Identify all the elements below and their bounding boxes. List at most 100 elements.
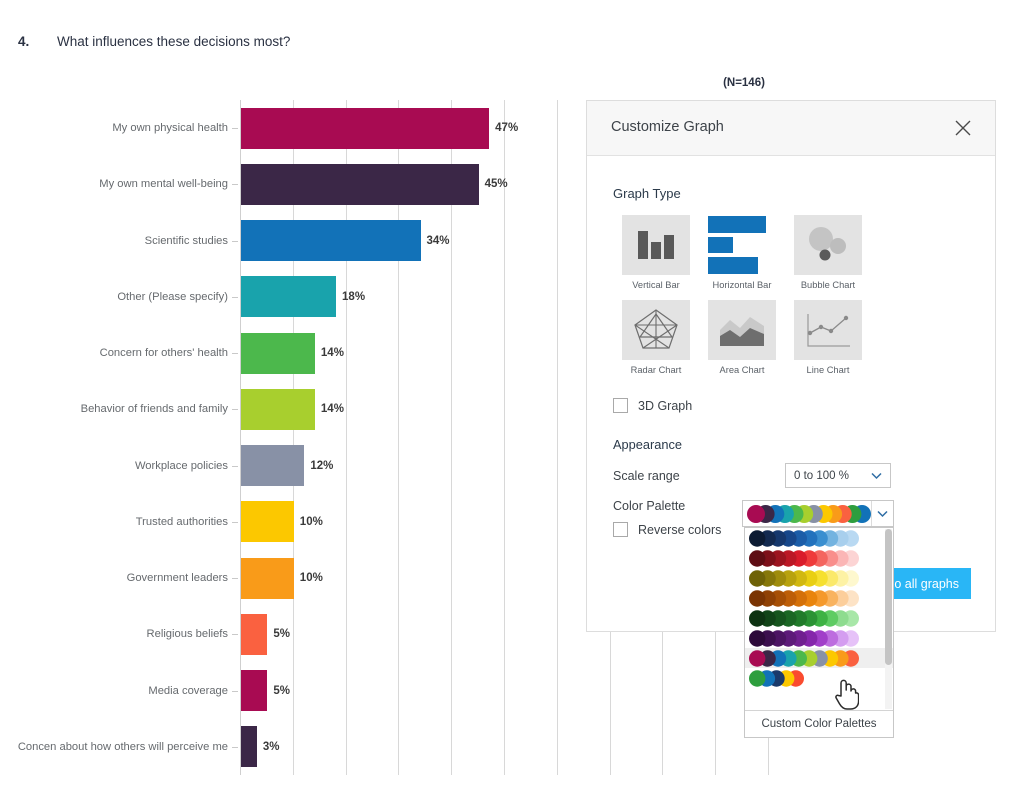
palette-option-brights[interactable] xyxy=(745,668,893,688)
scale-range-select[interactable]: 0 to 100 % xyxy=(785,463,891,489)
appearance-section-label: Appearance xyxy=(613,437,683,453)
category-tick xyxy=(232,634,238,636)
category-tick xyxy=(232,409,238,411)
category-label: Government leaders xyxy=(126,572,228,585)
dialog-title: Customize Graph xyxy=(611,119,724,135)
graph-type-option-bubble-chart[interactable]: Bubble Chart xyxy=(785,215,871,292)
category-label: Other (Please specify) xyxy=(117,290,228,303)
bar-value-label: 14% xyxy=(320,403,344,416)
graph-type-option-area-chart[interactable]: Area Chart xyxy=(699,299,785,377)
close-icon[interactable] xyxy=(950,115,976,141)
selected-palette-swatch xyxy=(747,504,871,524)
category-label: Scientific studies xyxy=(144,234,228,247)
palette-option-list xyxy=(745,528,893,710)
scale-range-value: 0 to 100 % xyxy=(794,469,849,482)
graph-type-option-horizontal-bar[interactable]: Horizontal Bar xyxy=(699,215,785,292)
palette-option-purples[interactable] xyxy=(745,628,893,648)
category-tick xyxy=(232,296,238,298)
bar[interactable] xyxy=(241,613,268,655)
question-header: 4. What influences these decisions most? xyxy=(0,14,1024,49)
category-tick xyxy=(232,578,238,580)
color-palette-select[interactable] xyxy=(742,500,894,527)
graph-type-caption: Area Chart xyxy=(719,364,765,375)
category-label: Religious beliefs xyxy=(146,628,228,641)
scrollbar-thumb[interactable] xyxy=(885,529,892,665)
category-tick xyxy=(232,128,238,130)
palette-option-reds[interactable] xyxy=(745,548,893,568)
category-tick xyxy=(232,353,238,355)
bar-value-label: 5% xyxy=(273,628,291,641)
bar[interactable] xyxy=(241,220,421,262)
graph-type-option-vertical-bar[interactable]: Vertical Bar xyxy=(613,215,699,292)
graph-type-caption: Line Chart xyxy=(806,364,850,375)
category-tick xyxy=(232,184,238,186)
color-palette-dropdown[interactable]: Custom Color Palettes xyxy=(744,527,894,738)
graph-type-option-line-chart[interactable]: Line Chart xyxy=(785,299,871,377)
dialog-body: Graph Type Vertical Bar Horizontal Bar Bub… xyxy=(587,156,995,538)
palette-option-oranges[interactable] xyxy=(745,588,893,608)
area-chart-icon xyxy=(708,299,776,360)
custom-color-palettes-label: Custom Color Palettes xyxy=(761,718,877,730)
bar[interactable] xyxy=(241,501,294,543)
palette-option-blues[interactable] xyxy=(745,528,893,548)
bar-value-label: 3% xyxy=(262,740,280,753)
gridline xyxy=(504,100,505,775)
graph-type-caption: Bubble Chart xyxy=(800,280,856,290)
palette-option-greens[interactable] xyxy=(745,608,893,628)
bar-value-label: 45% xyxy=(484,178,508,191)
palette-option-yellows[interactable] xyxy=(745,568,893,588)
vertical-bar-icon xyxy=(622,215,690,275)
question-text: What influences these decisions most? xyxy=(57,34,291,49)
category-label: My own physical health xyxy=(112,122,228,135)
category-label: Media coverage xyxy=(148,684,228,697)
bar[interactable] xyxy=(241,276,337,318)
graph-type-caption: Horizontal Bar xyxy=(712,280,772,290)
bar-value-label: 47% xyxy=(495,122,519,135)
bar[interactable] xyxy=(241,445,305,487)
bar[interactable] xyxy=(241,107,490,149)
bar-value-label: 5% xyxy=(273,684,291,697)
scale-range-label: Scale range xyxy=(613,468,680,483)
category-label: Concern for others' health xyxy=(99,347,228,360)
graph-type-option-radar-chart[interactable]: Radar Chart xyxy=(613,299,699,377)
bar-value-label: 34% xyxy=(426,234,450,247)
category-tick xyxy=(232,521,238,523)
bar[interactable] xyxy=(241,726,257,768)
chevron-down-icon xyxy=(871,467,882,485)
line-chart-icon xyxy=(794,299,862,360)
bar-value-label: 14% xyxy=(320,347,344,360)
horizontal-bar-icon xyxy=(708,215,776,275)
bar[interactable] xyxy=(241,388,315,430)
bar[interactable] xyxy=(241,332,315,374)
bar[interactable] xyxy=(241,557,294,599)
3d-graph-checkbox[interactable] xyxy=(613,398,628,414)
category-tick xyxy=(232,240,238,242)
question-number: 4. xyxy=(18,34,30,49)
bar-value-label: 10% xyxy=(299,572,323,585)
gridline xyxy=(556,100,558,775)
category-tick xyxy=(232,690,238,692)
category-label: Concen about how others will perceive me xyxy=(17,740,228,753)
bar-value-label: 18% xyxy=(342,290,366,303)
bar-value-label: 12% xyxy=(310,459,334,472)
category-label: Behavior of friends and family xyxy=(80,403,228,416)
dialog-header: Customize Graph xyxy=(587,101,995,156)
bar[interactable] xyxy=(241,163,479,205)
reverse-colors-checkbox[interactable] xyxy=(613,522,628,538)
graph-type-options: Vertical Bar Horizontal Bar Bubble Chart Ra… xyxy=(613,215,953,384)
scale-range-row: Scale range 0 to 100 % xyxy=(613,463,983,489)
radar-chart-icon xyxy=(622,299,690,360)
chevron-down-icon[interactable] xyxy=(871,501,893,526)
dropdown-scrollbar[interactable] xyxy=(885,529,892,709)
category-tick xyxy=(232,746,238,748)
3d-graph-row[interactable]: 3D Graph xyxy=(613,398,995,414)
graph-type-caption: Radar Chart xyxy=(630,364,682,375)
graph-type-section-label: Graph Type xyxy=(613,186,681,201)
bar[interactable] xyxy=(241,670,268,712)
bubble-chart-icon xyxy=(794,215,862,275)
graph-type-caption: Vertical Bar xyxy=(632,280,680,290)
category-label: Trusted authorities xyxy=(135,515,228,528)
palette-option-multicolor[interactable] xyxy=(745,648,893,668)
custom-color-palettes-button[interactable]: Custom Color Palettes xyxy=(745,710,893,737)
sample-size-label: (N=146) xyxy=(723,77,765,89)
